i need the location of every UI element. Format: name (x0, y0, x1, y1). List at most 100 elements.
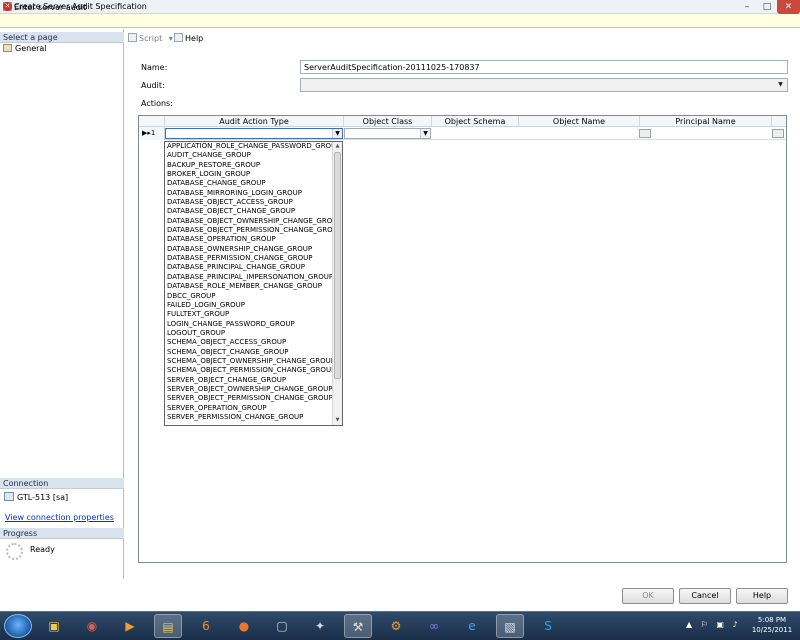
script-button[interactable]: Script ▾ (128, 33, 173, 43)
list-item[interactable]: SERVER_OBJECT_PERMISSION_CHANGE_GROUP (165, 394, 333, 403)
script-dropdown-icon[interactable]: ▾ (169, 34, 173, 43)
list-item[interactable]: DATABASE_OBJECT_OWNERSHIP_CHANGE_GROUP (165, 217, 333, 226)
principal-name-browse-button[interactable] (772, 129, 784, 138)
skype-icon[interactable]: S (534, 614, 562, 638)
help-icon (174, 33, 183, 42)
column-object-schema[interactable]: Object Schema (432, 116, 519, 127)
scroll-up-icon[interactable]: ▲ (333, 142, 342, 151)
list-item[interactable]: DATABASE_OBJECT_ACCESS_GROUP (165, 198, 333, 207)
dropdown-list[interactable]: APPLICATION_ROLE_CHANGE_PASSWORD_GROUP AU… (165, 142, 333, 425)
table-row[interactable]: ▶▸1 ▼ ▼ (139, 127, 786, 140)
help-toolbar-button[interactable]: Help (174, 33, 203, 43)
error-message: Enter server audit (14, 3, 87, 12)
audit-label: Audit: (141, 81, 165, 90)
list-item[interactable]: AUDIT_CHANGE_GROUP (165, 151, 333, 160)
list-item[interactable]: BROKER_LOGIN_GROUP (165, 170, 333, 179)
tools-app-icon[interactable]: ⚙ (382, 614, 410, 638)
object-name-browse-button[interactable] (639, 129, 651, 138)
chevron-down-icon[interactable]: ▼ (420, 129, 430, 138)
connection-name: GTL-513 [sa] (17, 493, 69, 502)
view-connection-properties-link[interactable]: View connection properties (5, 513, 114, 522)
list-item[interactable]: DATABASE_OBJECT_CHANGE_GROUP (165, 207, 333, 216)
close-button[interactable]: ✕ (777, 0, 800, 14)
sql-tools-icon[interactable]: ⚒ (344, 614, 372, 638)
select-page-header: Select a page (0, 32, 124, 43)
dropdown-scrollbar[interactable]: ▲ ▼ (332, 142, 342, 425)
actions-label: Actions: (141, 99, 173, 108)
list-item[interactable]: SERVER_PERMISSION_CHANGE_GROUP (165, 413, 333, 422)
column-object-name[interactable]: Object Name (519, 116, 640, 127)
page-wrench-icon (3, 44, 12, 52)
name-input[interactable]: ServerAuditSpecification-20111025-170837 (300, 60, 788, 74)
list-item[interactable]: SERVER_OBJECT_CHANGE_GROUP (165, 376, 333, 385)
list-item[interactable]: SCHEMA_OBJECT_PERMISSION_CHANGE_GROUP (165, 366, 333, 375)
name-label: Name: (141, 63, 168, 72)
audit-select[interactable]: ▼ (300, 78, 788, 92)
list-item[interactable]: SERVER_OBJECT_OWNERSHIP_CHANGE_GROUP (165, 385, 333, 394)
list-item[interactable]: DATABASE_MIRRORING_LOGIN_GROUP (165, 189, 333, 198)
list-item[interactable]: LOGOUT_GROUP (165, 329, 333, 338)
script-label: Script (139, 34, 163, 43)
column-audit-action-type[interactable]: Audit Action Type (165, 116, 344, 127)
maximize-button[interactable]: □ (757, 0, 777, 14)
clock-date: 10/25/2011 (751, 626, 793, 634)
windows-explorer-icon[interactable]: ▣ (40, 614, 68, 638)
cancel-button[interactable]: Cancel (679, 588, 731, 604)
list-item[interactable]: LOGIN_CHANGE_PASSWORD_GROUP (165, 320, 333, 329)
infinity-app-icon[interactable]: ∞ (420, 614, 448, 638)
sql-server-icon[interactable]: ▧ (496, 614, 524, 638)
list-item[interactable]: BACKUP_RESTORE_GROUP (165, 161, 333, 170)
column-object-class[interactable]: Object Class (344, 116, 432, 127)
list-item[interactable]: FULLTEXT_GROUP (165, 310, 333, 319)
ie-icon[interactable]: e (458, 614, 486, 638)
list-item[interactable]: DATABASE_PRINCIPAL_IMPERSONATION_GROUP (165, 273, 333, 282)
audit-action-type-combo[interactable]: ▼ (165, 128, 343, 139)
column-principal-name[interactable]: Principal Name (640, 116, 772, 127)
list-item[interactable]: DATABASE_PERMISSION_CHANGE_GROUP (165, 254, 333, 263)
script-icon (128, 33, 137, 42)
progress-header: Progress (0, 528, 124, 539)
list-item[interactable]: DATABASE_PRINCIPAL_CHANGE_GROUP (165, 263, 333, 272)
error-icon: ✕ (3, 2, 12, 11)
chrome-icon[interactable]: ◉ (78, 614, 106, 638)
file-explorer-icon[interactable]: ▤ (154, 614, 182, 638)
list-item[interactable]: APPLICATION_ROLE_CHANGE_PASSWORD_GROUP (165, 142, 333, 151)
vmware-icon[interactable]: ✦ (306, 614, 334, 638)
list-item[interactable]: DATABASE_ROLE_MEMBER_CHANGE_GROUP (165, 282, 333, 291)
system-tray[interactable]: ▲ ⚐ ▣ ♪ (686, 620, 746, 632)
grid-corner (139, 116, 165, 127)
column-extra (772, 116, 786, 127)
audit-action-type-dropdown[interactable]: APPLICATION_ROLE_CHANGE_PASSWORD_GROUP AU… (164, 141, 343, 426)
help-button[interactable]: Help (736, 588, 788, 604)
start-button-icon[interactable] (4, 614, 32, 638)
app-window-icon[interactable]: ▢ (268, 614, 296, 638)
clock-time: 5:08 PM (757, 616, 787, 624)
object-class-combo[interactable]: ▼ (344, 128, 431, 139)
list-item[interactable]: SCHEMA_OBJECT_CHANGE_GROUP (165, 348, 333, 357)
progress-status: Ready (30, 545, 55, 554)
page-item-label: General (15, 44, 47, 53)
list-item[interactable]: FAILED_LOGIN_GROUP (165, 301, 333, 310)
list-item[interactable]: DATABASE_OBJECT_PERMISSION_CHANGE_GROUP (165, 226, 333, 235)
firefox-icon[interactable]: ● (230, 614, 258, 638)
chevron-down-icon[interactable]: ▼ (332, 129, 342, 138)
grid-header: Audit Action Type Object Class Object Sc… (139, 116, 786, 127)
list-item[interactable]: SERVER_OPERATION_GROUP (165, 404, 333, 413)
list-item[interactable]: DBCC_GROUP (165, 292, 333, 301)
chevron-down-icon[interactable]: ▼ (775, 80, 786, 90)
message-bar (0, 14, 800, 28)
list-item[interactable]: DATABASE_CHANGE_GROUP (165, 179, 333, 188)
minimize-button[interactable]: – (737, 0, 757, 14)
clock[interactable]: 5:08 PM 10/25/2011 (748, 615, 796, 635)
ok-button[interactable]: OK (622, 588, 674, 604)
connection-icon (4, 492, 14, 501)
list-item[interactable]: DATABASE_OPERATION_GROUP (165, 235, 333, 244)
media-player-icon[interactable]: ▶ (116, 614, 144, 638)
list-item[interactable]: DATABASE_OWNERSHIP_CHANGE_GROUP (165, 245, 333, 254)
list-item[interactable]: SCHEMA_OBJECT_OWNERSHIP_CHANGE_GROUP (165, 357, 333, 366)
sixth-app-icon[interactable]: 6 (192, 614, 220, 638)
page-item-general[interactable]: General (3, 44, 47, 53)
list-item[interactable]: SCHEMA_OBJECT_ACCESS_GROUP (165, 338, 333, 347)
scroll-thumb[interactable] (334, 152, 341, 379)
scroll-down-icon[interactable]: ▼ (333, 416, 342, 425)
